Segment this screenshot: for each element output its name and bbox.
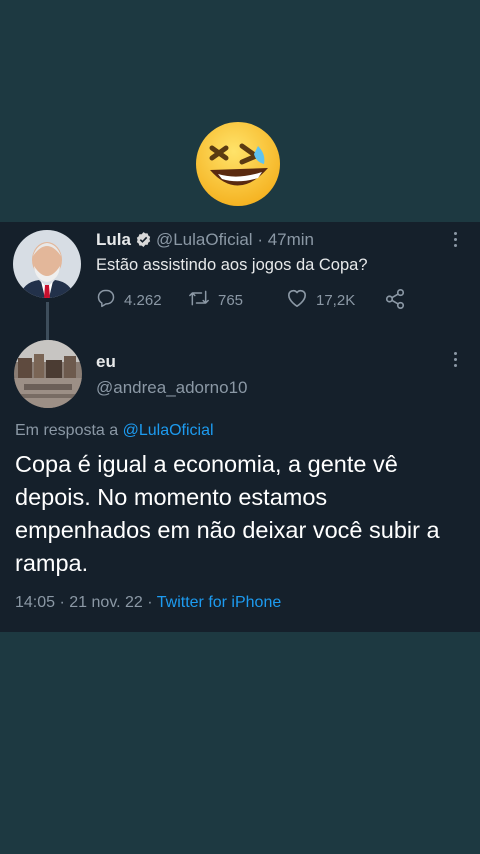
verified-badge-icon: [135, 231, 152, 253]
reply-context-prefix: Em resposta a: [15, 422, 119, 439]
retweet-button[interactable]: 765: [188, 288, 243, 312]
retweet-icon: [188, 288, 210, 312]
author-name[interactable]: Lula: [96, 230, 131, 249]
like-icon: [286, 288, 308, 312]
tweet-time: · 47min: [257, 230, 315, 249]
retweet-count: 765: [218, 291, 244, 309]
reply-button[interactable]: 4.262: [96, 288, 162, 312]
author-handle[interactable]: @LulaOficial: [156, 230, 253, 249]
reply-author-name[interactable]: eu: [96, 352, 116, 372]
share-button[interactable]: [384, 288, 406, 314]
laughing-emoji-icon: [192, 118, 284, 210]
reply-tweet-text: Copa é igual a economia, a gente vê depo…: [15, 451, 440, 576]
reply-count: 4.262: [124, 291, 162, 309]
tweet-actions: 4.262 765 17,2K: [96, 288, 416, 312]
like-count: 17,2K: [316, 291, 356, 309]
tweet-text: Estão assistindo aos jogos da Copa?: [96, 256, 368, 274]
reply-icon: [96, 288, 116, 312]
reply-date: · 21 nov. 22 ·: [59, 594, 153, 611]
reply-source-link[interactable]: Twitter for iPhone: [157, 594, 282, 611]
reply-time: 14:05: [15, 594, 56, 611]
tweet-header: Lula @LulaOficial · 47min: [96, 230, 314, 253]
reply-author-avatar[interactable]: [14, 340, 82, 408]
more-icon[interactable]: [452, 232, 458, 252]
reply-tweet-meta: 14:05 · 21 nov. 22 · Twitter for iPhone: [15, 594, 281, 612]
thread-line: [46, 302, 49, 340]
reply-context: Em resposta a @LulaOficial: [15, 422, 214, 440]
author-avatar[interactable]: [13, 230, 81, 298]
share-icon: [384, 288, 406, 314]
reply-author-handle[interactable]: @andrea_adorno10: [96, 378, 248, 398]
tweet-card: Lula @LulaOficial · 47min Estão assistind…: [0, 222, 480, 632]
reply-more-icon[interactable]: [452, 352, 458, 372]
reply-to-link[interactable]: @LulaOficial: [123, 422, 214, 439]
like-button[interactable]: 17,2K: [286, 288, 355, 312]
